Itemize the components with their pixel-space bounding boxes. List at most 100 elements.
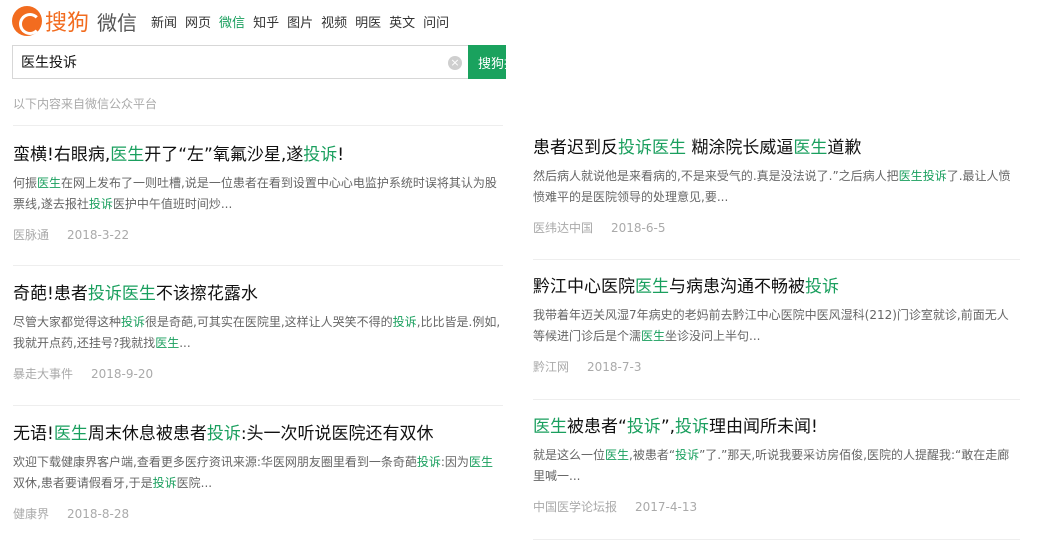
keyword-highlight: 投诉 bbox=[87, 284, 122, 304]
nav-item-6[interactable]: 明医 bbox=[355, 12, 381, 31]
text-segment: 医护中午值班时间炒... bbox=[112, 197, 233, 211]
keyword-highlight: 投诉 bbox=[121, 315, 146, 329]
result-title-link[interactable]: 患者迟到反投诉医生 糊涂院长威逼医生道歉 bbox=[533, 136, 1020, 160]
keyword-highlight: 医生 bbox=[468, 455, 493, 469]
text-segment: 黔江中心医院 bbox=[533, 277, 635, 297]
keyword-highlight: 医生 bbox=[533, 417, 567, 437]
sogou-logo-icon bbox=[12, 6, 42, 36]
result-snippet: 何振医生在网上发布了一则吐槽,说是一位患者在看到设置中心心电监护系统时误将其认为… bbox=[13, 173, 503, 215]
text-segment: 何振 bbox=[13, 176, 38, 190]
header: 搜狗 微信 新闻 网页 微信 知乎 图片 视频 明医 英文 问问 bbox=[12, 4, 457, 38]
text-segment: ,被患者“ bbox=[629, 448, 676, 462]
text-segment: 与病患沟通不畅被 bbox=[669, 277, 805, 297]
result-date: 2018-3-22 bbox=[67, 228, 130, 242]
result-title-link[interactable]: 医生被患者“投诉”,投诉理由闻所未闻! bbox=[533, 415, 1020, 439]
keyword-highlight: 医生 bbox=[121, 284, 156, 304]
text-segment: 患者迟到反 bbox=[533, 138, 618, 158]
keyword-highlight: 投诉 bbox=[392, 315, 417, 329]
result-date: 2018-6-5 bbox=[611, 221, 666, 235]
nav-item-7[interactable]: 英文 bbox=[389, 12, 415, 31]
nav-item-0[interactable]: 新闻 bbox=[151, 12, 177, 31]
text-segment: ”, bbox=[660, 417, 676, 437]
result-meta: 黔江网 2018-7-3 bbox=[533, 358, 1020, 375]
logo-brand: 搜狗 bbox=[45, 11, 90, 36]
top-nav: 新闻 网页 微信 知乎 图片 视频 明医 英文 问问 bbox=[151, 4, 457, 38]
text-segment: :因为 bbox=[440, 455, 469, 469]
keyword-highlight: 医生 bbox=[155, 336, 180, 350]
result-snippet: 尽管大家都觉得这种投诉很是奇葩,可其实在医院里,这样让人哭笑不得的投诉,比比皆是… bbox=[13, 312, 503, 354]
result-source[interactable]: 医脉通 bbox=[13, 228, 49, 242]
text-segment: 尽管大家都觉得这种 bbox=[13, 315, 122, 329]
keyword-highlight: 医生 bbox=[605, 448, 630, 462]
keyword-highlight: 医生 bbox=[898, 169, 923, 183]
result-meta: 暴走大事件 2018-9-20 bbox=[13, 365, 503, 382]
text-segment: 然后病人就说他是来看病的,不是来受气的.真是没法说了.”之后病人把 bbox=[533, 169, 899, 183]
text-segment: 开了“左”氧氟沙星,遂 bbox=[144, 145, 304, 165]
search-result: 患者迟到反投诉医生 糊涂院长威逼医生道歉然后病人就说他是来看病的,不是来受气的.… bbox=[533, 125, 1020, 259]
keyword-highlight: 医生 bbox=[53, 424, 88, 444]
text-segment: 医院... bbox=[176, 476, 213, 490]
result-meta: 医脉通 2018-3-22 bbox=[13, 226, 503, 243]
keyword-highlight: 投诉 bbox=[303, 145, 338, 165]
result-source[interactable]: 医纬达中国 bbox=[533, 221, 593, 235]
result-title-link[interactable]: 蛮横!右眼病,医生开了“左”氧氟沙星,遂投诉! bbox=[13, 143, 503, 167]
nav-item-4[interactable]: 图片 bbox=[287, 12, 313, 31]
text-segment: 我带着年迈关风湿7年病史的老妈前去黔江中心医院中医风湿科(212)门诊室就诊,前… bbox=[533, 308, 1009, 343]
text-segment: 被患者“ bbox=[567, 417, 627, 437]
result-source[interactable]: 黔江网 bbox=[533, 360, 569, 374]
result-source[interactable]: 暴走大事件 bbox=[13, 367, 73, 381]
text-segment: :头一次听说医院还有双休 bbox=[240, 424, 434, 444]
result-title-link[interactable]: 黔江中心医院医生与病患沟通不畅被投诉 bbox=[533, 275, 1020, 299]
keyword-highlight: 医生 bbox=[37, 176, 62, 190]
text-segment: 在网上发布了一则吐槽,说是一位患者在看到设置中心心电监护系统时误将其认为股票线,… bbox=[13, 176, 497, 211]
keyword-highlight: 投诉 bbox=[206, 424, 241, 444]
clear-icon[interactable]: × bbox=[448, 56, 462, 70]
result-snippet: 然后病人就说他是来看病的,不是来受气的.真是没法说了.”之后病人把医生投诉了.最… bbox=[533, 166, 1020, 208]
keyword-highlight: 投诉 bbox=[618, 138, 652, 158]
result-title-link[interactable]: 奇葩!患者投诉医生不该擦花露水 bbox=[13, 282, 503, 306]
result-source[interactable]: 中国医学论坛报 bbox=[533, 500, 617, 514]
keyword-highlight: 投诉 bbox=[88, 197, 113, 211]
result-snippet: 就是这么一位医生,被患者“投诉”了.”那天,听说我要采访房佰俊,医院的人提醒我:… bbox=[533, 445, 1020, 487]
text-segment: ... bbox=[179, 336, 191, 350]
keyword-highlight: 投诉 bbox=[626, 417, 661, 437]
keyword-highlight: 投诉 bbox=[922, 169, 947, 183]
search-result: 无语!医生周末休息被患者投诉:头一次听说医院还有双休 欢迎下载健康界客户端,查看更… bbox=[13, 405, 503, 545]
result-source[interactable]: 健康界 bbox=[13, 507, 49, 521]
keyword-highlight: 医生 bbox=[652, 138, 686, 158]
search-result: 蛮横!右眼病,医生开了“左”氧氟沙星,遂投诉! 何振医生在网上发布了一则吐槽,说是… bbox=[13, 125, 503, 265]
text-segment: 无语! bbox=[13, 424, 54, 444]
result-date: 2017-4-13 bbox=[635, 500, 698, 514]
keyword-highlight: 投诉 bbox=[675, 448, 700, 462]
sogou-logo[interactable]: 搜狗 微信 bbox=[12, 4, 137, 38]
text-segment: 道歉 bbox=[827, 138, 862, 158]
results-right-column: 患者迟到反投诉医生 糊涂院长威逼医生道歉然后病人就说他是来看病的,不是来受气的.… bbox=[533, 125, 1023, 540]
text-segment: ! bbox=[337, 145, 345, 165]
text-segment: 理由闻所未闻! bbox=[709, 417, 818, 437]
result-date: 2018-9-20 bbox=[91, 367, 154, 381]
result-title-link[interactable]: 无语!医生周末休息被患者投诉:头一次听说医院还有双休 bbox=[13, 422, 503, 446]
nav-item-8[interactable]: 问问 bbox=[423, 12, 449, 31]
source-note: 以下内容来自微信公众平台 bbox=[13, 97, 158, 111]
result-snippet: 欢迎下载健康界客户端,查看更多医疗资讯来源:华医网朋友圈里看到一条奇葩投诉:因为… bbox=[13, 452, 503, 494]
keyword-highlight: 医生 bbox=[641, 329, 666, 343]
text-segment: 奇葩!患者 bbox=[13, 284, 88, 304]
text-segment: 不该擦花露水 bbox=[155, 284, 258, 304]
search-result: 奇葩!患者投诉医生不该擦花露水 尽管大家都觉得这种投诉很是奇葩,可其实在医院里,这… bbox=[13, 265, 503, 405]
nav-item-5[interactable]: 视频 bbox=[321, 12, 347, 31]
text-segment: 就是这么一位 bbox=[533, 448, 606, 462]
keyword-highlight: 医生 bbox=[793, 138, 828, 158]
results-left-column: 蛮横!右眼病,医生开了“左”氧氟沙星,遂投诉! 何振医生在网上发布了一则吐槽,说是… bbox=[13, 125, 503, 545]
text-segment: 很是奇葩,可其实在医院里,这样让人哭笑不得的 bbox=[145, 315, 393, 329]
result-snippet: 我带着年迈关风湿7年病史的老妈前去黔江中心医院中医风湿科(212)门诊室就诊,前… bbox=[533, 305, 1020, 347]
result-date: 2018-8-28 bbox=[67, 507, 130, 521]
text-segment: 蛮横!右眼病, bbox=[13, 145, 111, 165]
text-segment: 周末休息被患者 bbox=[87, 424, 207, 444]
search-input[interactable] bbox=[21, 54, 431, 70]
nav-item-1[interactable]: 网页 bbox=[185, 12, 211, 31]
search-result: 医生被患者“投诉”,投诉理由闻所未闻! 就是这么一位医生,被患者“投诉”了.”那天… bbox=[533, 399, 1020, 539]
nav-item-3[interactable]: 知乎 bbox=[253, 12, 279, 31]
search-button[interactable]: 搜狗搜索 bbox=[468, 45, 506, 79]
search-result: 黔江中心医院医生与病患沟通不畅被投诉我带着年迈关风湿7年病史的老妈前去黔江中心医… bbox=[533, 259, 1020, 399]
nav-item-2[interactable]: 微信 bbox=[219, 12, 245, 31]
